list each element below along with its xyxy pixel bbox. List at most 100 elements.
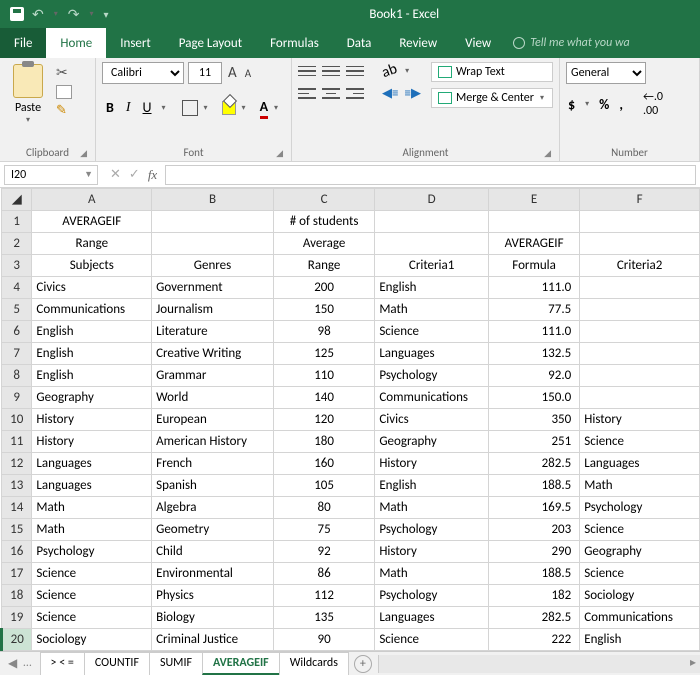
copy-icon[interactable] bbox=[56, 85, 72, 99]
borders-icon[interactable] bbox=[182, 100, 198, 116]
tab-file[interactable]: File bbox=[0, 28, 46, 58]
col-header[interactable]: B bbox=[152, 189, 274, 211]
cell[interactable]: Languages bbox=[375, 607, 489, 629]
cell[interactable]: Geometry bbox=[152, 519, 274, 541]
align-center-icon[interactable] bbox=[322, 87, 340, 101]
cell[interactable]: Science bbox=[375, 321, 489, 343]
cell[interactable]: Algebra bbox=[152, 497, 274, 519]
cell[interactable]: History bbox=[32, 409, 152, 431]
cell[interactable]: Science bbox=[375, 629, 489, 651]
cell[interactable]: 90 bbox=[273, 629, 374, 651]
fx-icon[interactable]: fx bbox=[148, 167, 157, 183]
row-header[interactable]: 8 bbox=[2, 365, 32, 387]
cell[interactable] bbox=[152, 211, 274, 233]
cell[interactable]: Math bbox=[32, 497, 152, 519]
cell[interactable]: Languages bbox=[32, 475, 152, 497]
cell[interactable]: 282.5 bbox=[488, 453, 579, 475]
row-header[interactable]: 12 bbox=[2, 453, 32, 475]
cell[interactable]: Science bbox=[32, 607, 152, 629]
cell[interactable] bbox=[375, 211, 489, 233]
cell[interactable]: English bbox=[32, 321, 152, 343]
format-painter-icon[interactable]: ✎ bbox=[56, 103, 72, 118]
cell[interactable] bbox=[375, 233, 489, 255]
cell[interactable]: History bbox=[32, 431, 152, 453]
cell[interactable]: English bbox=[375, 475, 489, 497]
cell[interactable]: Physics bbox=[152, 585, 274, 607]
cell[interactable] bbox=[580, 387, 700, 409]
cell[interactable]: AVERAGEIF bbox=[488, 233, 579, 255]
worksheet-grid[interactable]: ◢ A B C D E F 1AVERAGEIF# of students2Ra… bbox=[0, 188, 700, 651]
row-header[interactable]: 9 bbox=[2, 387, 32, 409]
col-header[interactable]: F bbox=[580, 189, 700, 211]
row-header[interactable]: 3 bbox=[2, 255, 32, 277]
cell[interactable]: Formula bbox=[488, 255, 579, 277]
cell[interactable]: 222 bbox=[488, 629, 579, 651]
cell[interactable]: Languages bbox=[32, 453, 152, 475]
new-sheet-button[interactable]: + bbox=[354, 655, 372, 673]
cell[interactable]: American History bbox=[152, 431, 274, 453]
row-header[interactable]: 7 bbox=[2, 343, 32, 365]
sheet-tab[interactable]: > < = bbox=[40, 652, 85, 675]
cell[interactable]: 110 bbox=[273, 365, 374, 387]
cell[interactable]: World bbox=[152, 387, 274, 409]
cell[interactable]: Grammar bbox=[152, 365, 274, 387]
merge-center-button[interactable]: Merge & Center ▾ bbox=[431, 88, 553, 108]
row-header[interactable]: 16 bbox=[2, 541, 32, 563]
tell-me-search[interactable]: Tell me what you wa bbox=[505, 28, 630, 58]
horizontal-scrollbar[interactable] bbox=[378, 655, 700, 673]
undo-icon[interactable]: ↶ bbox=[32, 6, 44, 23]
cell[interactable]: 92.0 bbox=[488, 365, 579, 387]
name-box[interactable]: I20 ▼ bbox=[4, 165, 98, 185]
tab-page-layout[interactable]: Page Layout bbox=[165, 28, 256, 58]
chevron-down-icon[interactable]: ▾ bbox=[202, 103, 210, 113]
cell[interactable] bbox=[580, 299, 700, 321]
row-header[interactable]: 15 bbox=[2, 519, 32, 541]
cell[interactable]: History bbox=[580, 409, 700, 431]
bold-button[interactable]: B bbox=[102, 99, 118, 116]
cell[interactable]: 251 bbox=[488, 431, 579, 453]
cell[interactable]: Psychology bbox=[375, 365, 489, 387]
number-format-select[interactable]: General bbox=[566, 62, 646, 84]
increase-decimal-icon[interactable]: ←.0.00 bbox=[643, 90, 663, 118]
cell[interactable]: Environmental bbox=[152, 563, 274, 585]
cell[interactable]: French bbox=[152, 453, 274, 475]
cell[interactable]: Biology bbox=[152, 607, 274, 629]
cell[interactable]: 77.5 bbox=[488, 299, 579, 321]
cell[interactable]: Geography bbox=[580, 541, 700, 563]
chevron-down-icon[interactable]: ▾ bbox=[87, 9, 95, 19]
orientation-icon[interactable]: ab bbox=[379, 60, 399, 82]
cell[interactable]: History bbox=[375, 541, 489, 563]
cell[interactable] bbox=[580, 233, 700, 255]
cell[interactable]: European bbox=[152, 409, 274, 431]
cell[interactable]: 75 bbox=[273, 519, 374, 541]
cell[interactable]: English bbox=[580, 629, 700, 651]
cell[interactable]: Range bbox=[273, 255, 374, 277]
cell[interactable]: Sociology bbox=[580, 585, 700, 607]
cell[interactable]: Creative Writing bbox=[152, 343, 274, 365]
decrease-indent-icon[interactable]: ◀≡ bbox=[382, 86, 398, 101]
sheet-tab[interactable]: AVERAGEIF bbox=[202, 652, 280, 675]
cell[interactable]: English bbox=[32, 343, 152, 365]
cell[interactable]: 135 bbox=[273, 607, 374, 629]
cell[interactable]: History bbox=[375, 453, 489, 475]
font-name-select[interactable]: Calibri bbox=[102, 62, 184, 84]
cell[interactable]: 125 bbox=[273, 343, 374, 365]
enter-icon[interactable]: ✓ bbox=[129, 167, 140, 183]
row-header[interactable]: 2 bbox=[2, 233, 32, 255]
formula-input[interactable] bbox=[165, 165, 696, 185]
chevron-down-icon[interactable]: ▾ bbox=[240, 103, 248, 113]
cell[interactable]: Science bbox=[580, 563, 700, 585]
cell[interactable]: 203 bbox=[488, 519, 579, 541]
sheet-tab[interactable]: COUNTIF bbox=[84, 652, 150, 675]
cell[interactable]: 105 bbox=[273, 475, 374, 497]
cell[interactable] bbox=[580, 343, 700, 365]
tab-formulas[interactable]: Formulas bbox=[256, 28, 333, 58]
redo-icon[interactable]: ↷ bbox=[68, 6, 80, 23]
row-header[interactable]: 14 bbox=[2, 497, 32, 519]
sheet-nav-prev-icon[interactable]: ◀ bbox=[8, 656, 17, 671]
col-header[interactable]: E bbox=[488, 189, 579, 211]
cell[interactable]: Civics bbox=[32, 277, 152, 299]
cell[interactable]: Math bbox=[580, 475, 700, 497]
tab-home[interactable]: Home bbox=[46, 28, 106, 58]
cell[interactable]: Science bbox=[32, 585, 152, 607]
